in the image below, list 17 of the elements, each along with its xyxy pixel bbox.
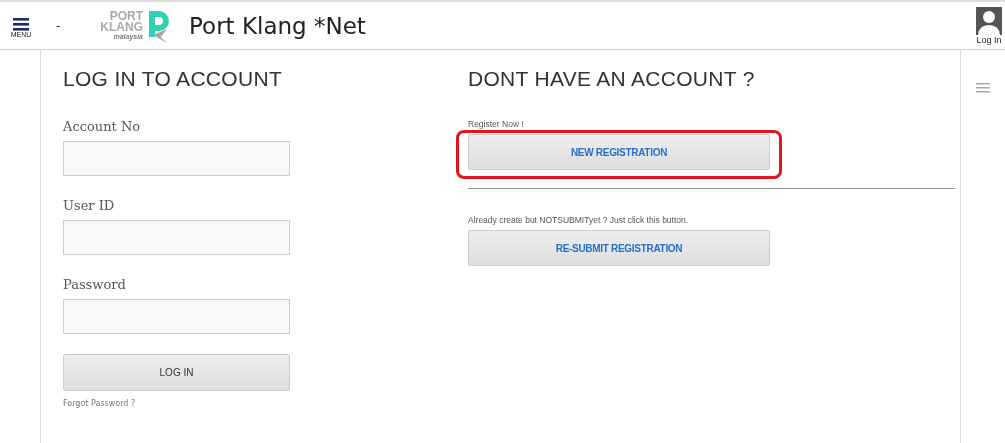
- input-field[interactable]: [63, 220, 290, 255]
- menu-icon[interactable]: [976, 83, 990, 93]
- section-heading: DONT HAVE AN ACCOUNT ?: [468, 67, 756, 91]
- login-button[interactable]: LOG IN: [63, 354, 290, 391]
- field-label: Password: [63, 277, 127, 292]
- input-field[interactable]: [63, 299, 290, 334]
- site-title: Port Klang *Net: [189, 12, 366, 39]
- dash-text: -: [56, 18, 61, 33]
- forgot-password-link[interactable]: Forgot Password ?: [63, 399, 136, 408]
- registration-button[interactable]: RE-SUBMIT REGISTRATION: [468, 230, 770, 266]
- field-label: User ID: [63, 198, 116, 213]
- field-label: Account No: [63, 119, 142, 134]
- section-heading: LOG IN TO ACCOUNT: [63, 67, 284, 91]
- registration-button[interactable]: NEW REGISTRATION: [468, 134, 770, 170]
- note-text: Register Now !: [468, 119, 525, 129]
- note-text: Already create but NOTSUBMITyet ? Just click this button.: [468, 215, 690, 225]
- input-field[interactable]: [63, 141, 290, 176]
